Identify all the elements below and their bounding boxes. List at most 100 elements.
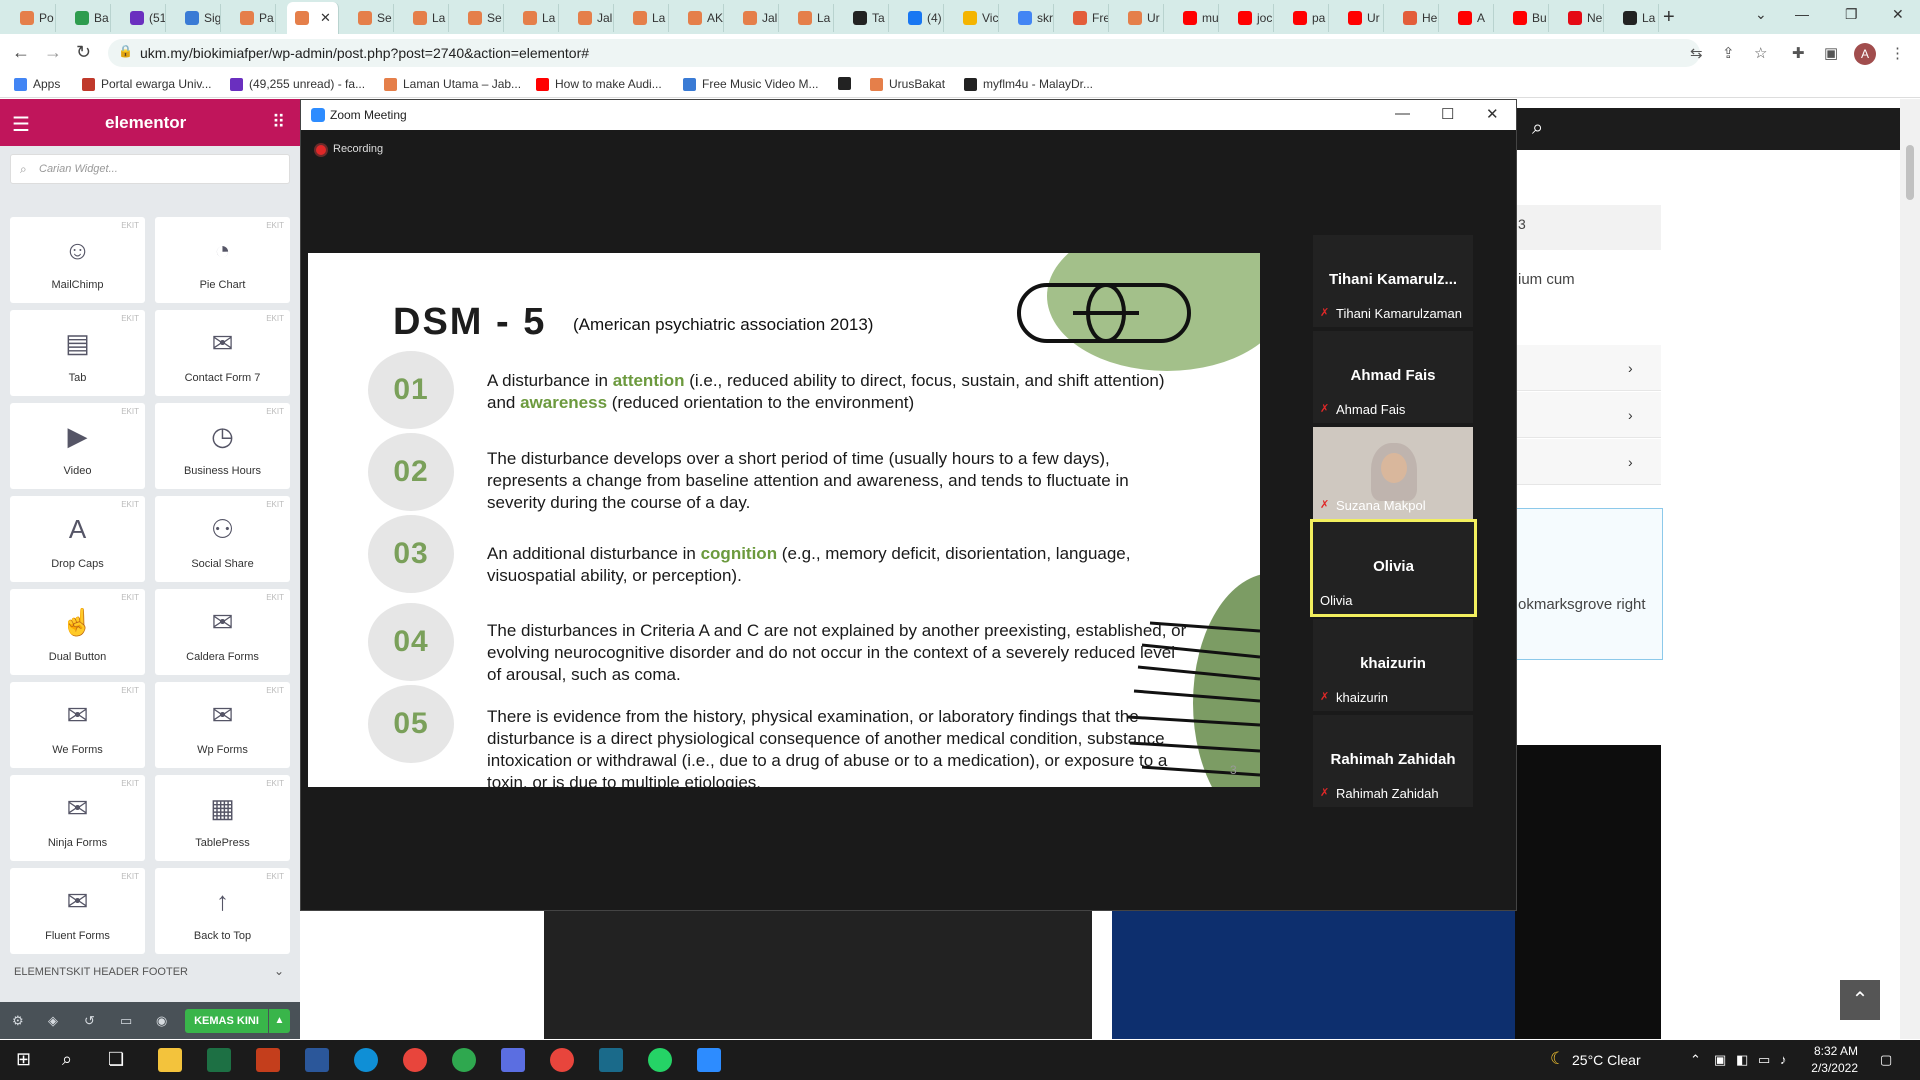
participant-tile[interactable]: Rahimah Zahidah ✗ Rahimah Zahidah xyxy=(1313,715,1473,807)
browser-tab[interactable]: La xyxy=(790,4,834,32)
site-search-icon[interactable]: ⌕ xyxy=(1532,117,1543,140)
participant-tile[interactable]: khaizurin ✗ khaizurin xyxy=(1313,619,1473,711)
bookmark-item[interactable]: Apps xyxy=(14,77,60,91)
browser-tab[interactable]: Sig xyxy=(177,4,221,32)
app-icon[interactable] xyxy=(599,1048,623,1072)
page-video-thumbnail[interactable] xyxy=(1112,910,1515,1039)
share-icon[interactable]: ⇪ xyxy=(1722,44,1735,62)
browser-tab[interactable]: La xyxy=(515,4,559,32)
page-scrollbar-thumb[interactable] xyxy=(1906,145,1914,200)
tray-chevron-icon[interactable]: ⌃ xyxy=(1690,1052,1701,1068)
widget-tile[interactable]: EKIT ✉ Ninja Forms xyxy=(10,775,145,861)
windows-start-icon[interactable]: ⊞ xyxy=(16,1049,31,1070)
browser-tab[interactable]: mu xyxy=(1175,4,1219,32)
powerpoint-icon[interactable] xyxy=(256,1048,280,1072)
browser-tab[interactable]: La xyxy=(1615,4,1659,32)
tray-app-icon[interactable]: ▣ xyxy=(1714,1052,1726,1068)
task-view-icon[interactable]: ❏ xyxy=(108,1049,124,1070)
page-scrollbar[interactable] xyxy=(1900,99,1920,1039)
excel-icon[interactable] xyxy=(207,1048,231,1072)
zoom-close-icon[interactable]: ✕ xyxy=(1486,105,1499,123)
lock-icon[interactable]: 🔒 xyxy=(118,44,133,58)
browser-tab[interactable]: La xyxy=(405,4,449,32)
accordion-row[interactable] xyxy=(1515,392,1661,438)
whatsapp-icon[interactable] xyxy=(648,1048,672,1072)
browser-tab[interactable]: Se xyxy=(350,4,394,32)
network-icon[interactable]: ▭ xyxy=(1758,1052,1770,1068)
chevron-right-icon[interactable]: › xyxy=(1628,407,1633,423)
browser-tab[interactable]: Jal xyxy=(570,4,614,32)
app-icon[interactable] xyxy=(452,1048,476,1072)
reload-icon[interactable]: ↻ xyxy=(76,42,91,63)
bookmark-star-icon[interactable]: ☆ xyxy=(1754,44,1767,62)
preview-eye-icon[interactable]: ◉ xyxy=(156,1013,167,1029)
browser-tab-active[interactable]: ✕ xyxy=(287,2,339,34)
browser-tab[interactable]: Ba xyxy=(67,4,111,32)
widget-tile[interactable]: EKIT ◔ Pie Chart xyxy=(155,217,290,303)
page-video-thumbnail[interactable] xyxy=(1515,745,1661,1039)
new-tab-button[interactable]: + xyxy=(1663,6,1675,29)
widget-tile[interactable]: EKIT ◷ Business Hours xyxy=(155,403,290,489)
participant-tile[interactable]: Olivia Olivia xyxy=(1310,519,1477,617)
accordion-row[interactable] xyxy=(1515,345,1661,391)
tray-app-icon[interactable]: ◧ xyxy=(1736,1052,1748,1068)
word-icon[interactable] xyxy=(305,1048,329,1072)
browser-tab[interactable]: Ur xyxy=(1340,4,1384,32)
browser-tab[interactable]: Po xyxy=(12,4,56,32)
widget-tile[interactable]: EKIT ☝ Dual Button xyxy=(10,589,145,675)
weather-moon-icon[interactable]: ☾ xyxy=(1550,1049,1565,1069)
participant-tile[interactable]: Ahmad Fais ✗ Ahmad Fais xyxy=(1313,331,1473,423)
file-explorer-icon[interactable] xyxy=(158,1048,182,1072)
browser-tab[interactable]: pa xyxy=(1285,4,1329,32)
widgets-grid-icon[interactable]: ⠿ xyxy=(272,112,285,133)
browser-tab[interactable]: Pa xyxy=(232,4,276,32)
browser-tab[interactable]: AK xyxy=(680,4,724,32)
widget-category-title[interactable]: ELEMENTSKIT HEADER FOOTER xyxy=(14,966,188,978)
browser-tab[interactable]: (4) xyxy=(900,4,944,32)
scroll-to-top-button[interactable]: ⌃ xyxy=(1840,980,1880,1020)
history-icon[interactable]: ↺ xyxy=(84,1013,95,1029)
restore-icon[interactable]: ❐ xyxy=(1845,6,1858,23)
clock-date[interactable]: 2/3/2022 xyxy=(1800,1061,1858,1075)
bookmark-item[interactable]: Free Music Video M... xyxy=(683,77,818,91)
bookmark-item[interactable]: Portal ewarga Univ... xyxy=(82,77,212,91)
bookmark-item[interactable]: How to make Audi... xyxy=(536,77,662,91)
chevron-down-icon[interactable]: ⌄ xyxy=(274,964,284,978)
notifications-icon[interactable]: ▢ xyxy=(1880,1052,1892,1068)
widget-tile[interactable]: EKIT ✉ We Forms xyxy=(10,682,145,768)
widget-tile[interactable]: EKIT ▦ TablePress xyxy=(155,775,290,861)
zoom-maximize-icon[interactable]: ☐ xyxy=(1441,105,1454,123)
widget-tile[interactable]: EKIT ✉ Wp Forms xyxy=(155,682,290,768)
zoom-taskbar-icon[interactable] xyxy=(697,1048,721,1072)
widget-tile[interactable]: EKIT ↑ Back to Top xyxy=(155,868,290,954)
widget-tile[interactable]: EKIT ✉ Contact Form 7 xyxy=(155,310,290,396)
browser-tab[interactable]: joc xyxy=(1230,4,1274,32)
update-options-caret-icon[interactable]: ▲ xyxy=(269,1009,290,1033)
participant-tile[interactable]: ✗ Suzana Makpol xyxy=(1313,427,1473,519)
widget-tile[interactable]: EKIT ✉ Caldera Forms xyxy=(155,589,290,675)
browser-tab[interactable]: He xyxy=(1395,4,1439,32)
accordion-row[interactable] xyxy=(1515,439,1661,485)
minimize-icon[interactable]: — xyxy=(1795,6,1809,22)
chrome-icon[interactable] xyxy=(403,1048,427,1072)
profile-avatar[interactable]: A xyxy=(1854,43,1876,65)
tab-search-icon[interactable]: ⌄ xyxy=(1755,6,1767,23)
chrome-profile-icon[interactable] xyxy=(550,1048,574,1072)
browser-tab[interactable]: (51 xyxy=(122,4,166,32)
browser-tab[interactable]: Jal xyxy=(735,4,779,32)
widget-tile[interactable]: EKIT ▶ Video xyxy=(10,403,145,489)
recording-label[interactable]: Recording xyxy=(333,143,383,155)
browser-tab[interactable]: La xyxy=(625,4,669,32)
widget-tile[interactable]: EKIT A Drop Caps xyxy=(10,496,145,582)
widget-tile[interactable]: EKIT ✉ Fluent Forms xyxy=(10,868,145,954)
hamburger-menu-icon[interactable]: ☰ xyxy=(12,112,30,137)
responsive-mode-icon[interactable]: ▭ xyxy=(120,1013,132,1029)
extensions-icon[interactable]: ✚ xyxy=(1792,44,1805,62)
close-tab-icon[interactable]: ✕ xyxy=(320,10,331,26)
menu-kebab-icon[interactable]: ⋮ xyxy=(1890,44,1905,62)
widget-tile[interactable]: EKIT ▤ Tab xyxy=(10,310,145,396)
page-video-thumbnail[interactable] xyxy=(544,910,1092,1039)
browser-tab[interactable]: Se xyxy=(460,4,504,32)
bookmark-item[interactable] xyxy=(838,77,857,90)
browser-tab[interactable]: Bu xyxy=(1505,4,1549,32)
